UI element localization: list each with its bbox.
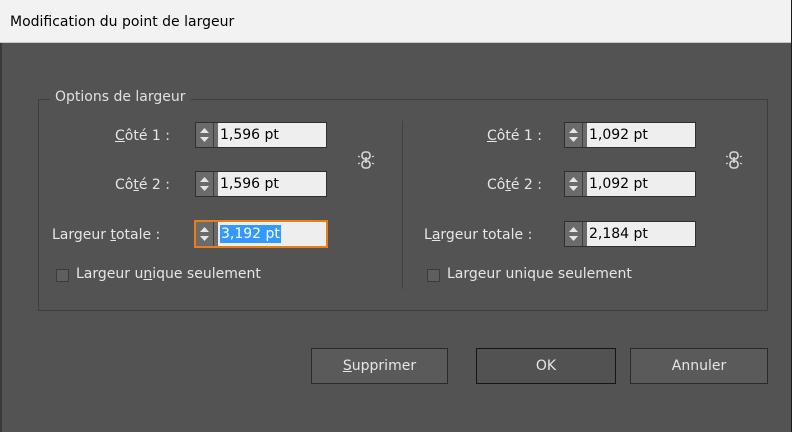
cancel-button[interactable]: Annuler (630, 348, 768, 384)
spinner-arrows-icon[interactable] (565, 172, 583, 196)
spinner-arrows-icon[interactable] (196, 123, 214, 147)
left-total-field[interactable]: 3,192 pt (194, 220, 328, 248)
left-total-value[interactable]: 3,192 pt (218, 222, 326, 246)
right-side2-value[interactable]: 1,092 pt (587, 172, 695, 196)
spinner-arrows-icon[interactable] (565, 222, 583, 246)
right-uniform-label: Largeur unique seulement (447, 266, 632, 282)
left-side1-value[interactable]: 1,596 pt (218, 123, 326, 147)
left-side2-label: Côté 2 : (115, 177, 170, 193)
right-total-field[interactable]: 2,184 pt (564, 221, 696, 247)
delete-button[interactable]: Supprimer (311, 348, 448, 384)
left-side2-field[interactable]: 1,596 pt (195, 171, 327, 197)
window-title: Modification du point de largeur (10, 14, 235, 30)
left-total-label: Largeur totale : (52, 227, 161, 243)
left-uniform-checkbox[interactable] (56, 269, 69, 282)
right-total-label: Largeur totale : (424, 227, 533, 243)
link-chain-icon[interactable] (357, 149, 375, 175)
spinner-arrows-icon[interactable] (196, 172, 214, 196)
ok-button[interactable]: OK (476, 348, 616, 384)
selected-text: 3,192 pt (220, 225, 281, 243)
spinner-arrows-icon[interactable] (196, 222, 214, 246)
right-side2-field[interactable]: 1,092 pt (564, 171, 696, 197)
right-side1-value[interactable]: 1,092 pt (587, 123, 695, 147)
left-side1-label: Côté 1 : (115, 128, 170, 144)
right-side1-label: Côté 1 : (487, 128, 542, 144)
right-side2-label: Côté 2 : (487, 177, 542, 193)
left-uniform-label: Largeur unique seulement (76, 266, 261, 282)
right-uniform-checkbox[interactable] (427, 269, 440, 282)
title-bar: Modification du point de largeur (0, 0, 791, 43)
window-border (0, 43, 2, 432)
left-side2-value[interactable]: 1,596 pt (218, 172, 326, 196)
left-side1-field[interactable]: 1,596 pt (195, 122, 327, 148)
right-side1-field[interactable]: 1,092 pt (564, 122, 696, 148)
link-chain-icon[interactable] (725, 149, 743, 175)
column-divider (402, 121, 403, 289)
group-legend: Options de largeur (50, 89, 191, 105)
spinner-arrows-icon[interactable] (565, 123, 583, 147)
right-total-value[interactable]: 2,184 pt (587, 222, 695, 246)
